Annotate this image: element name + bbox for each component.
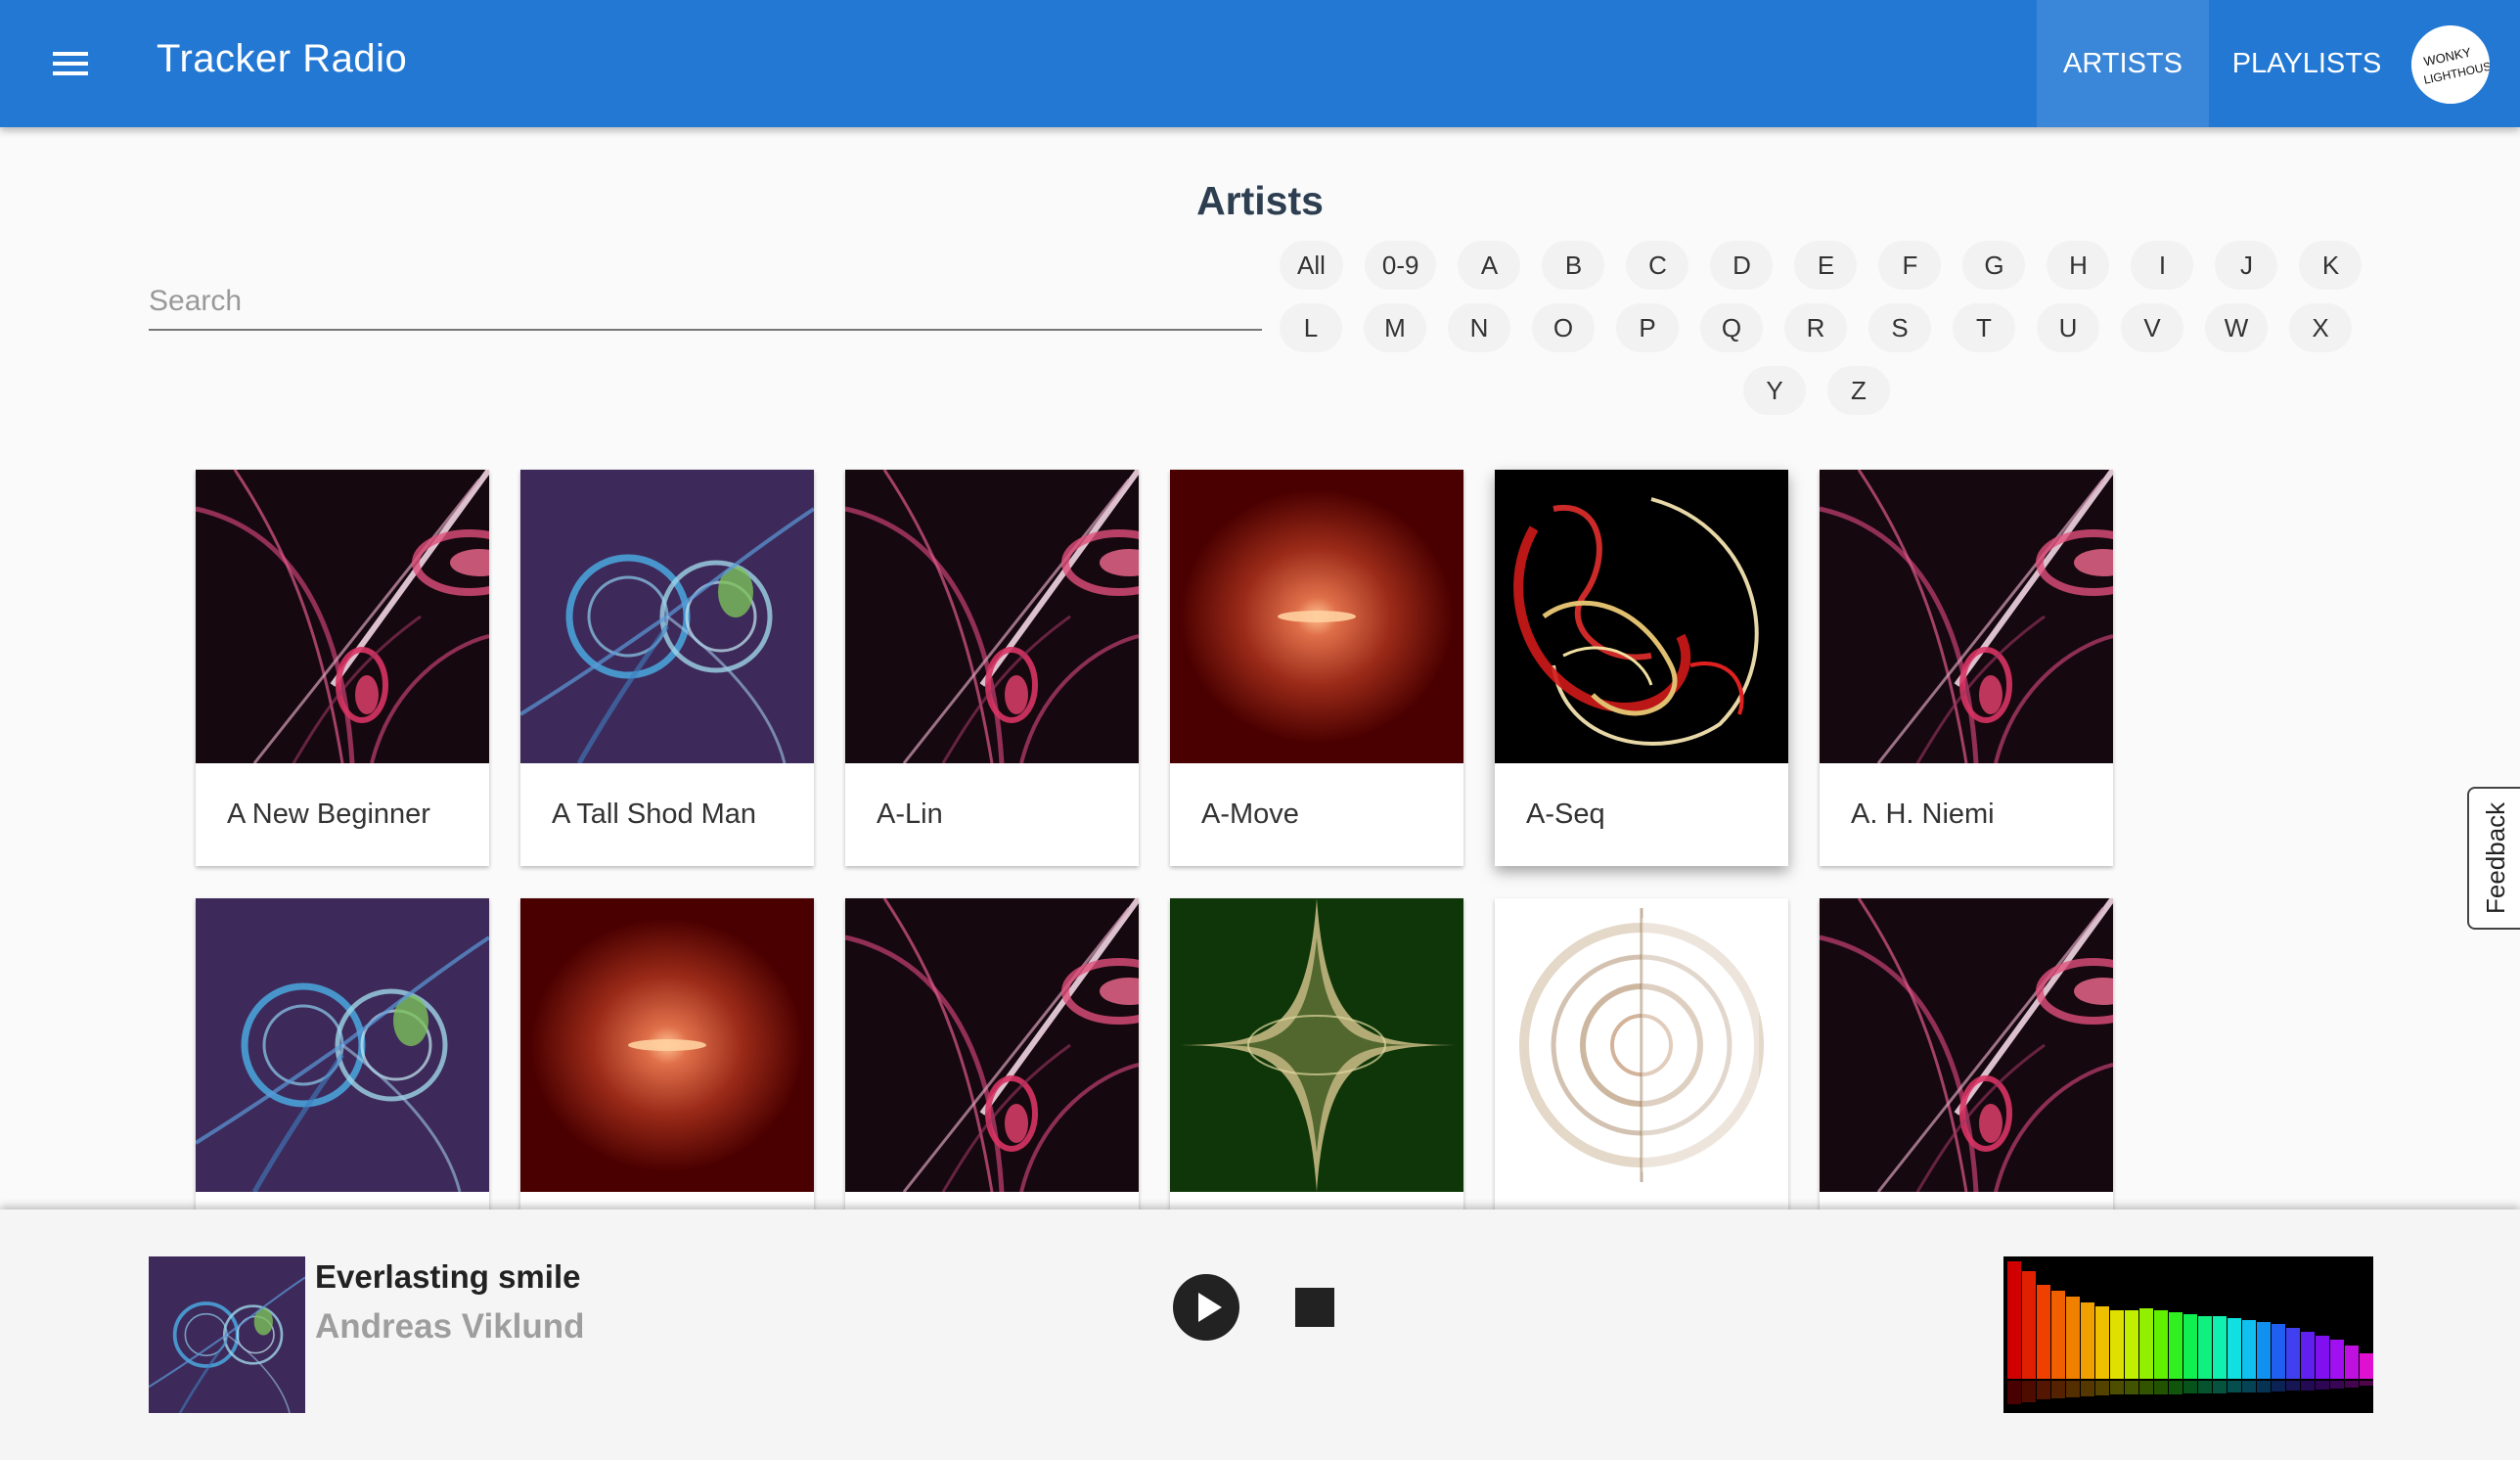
letter-filter-row: L M N O P Q R S T U V W X (1280, 303, 2373, 352)
artist-artwork (845, 898, 1139, 1192)
letter-filter-row: All 0-9 A B C D E F G H I J K (1280, 241, 2383, 290)
letter-filter-s[interactable]: S (1868, 303, 1931, 352)
artist-artwork (845, 470, 1139, 763)
letter-filter-p[interactable]: P (1616, 303, 1679, 352)
letter-filter-n[interactable]: N (1448, 303, 1510, 352)
search-field (149, 276, 1262, 331)
letter-filter-m[interactable]: M (1364, 303, 1426, 352)
artist-artwork (1495, 898, 1788, 1192)
artist-card[interactable]: A Tall Shod Man (520, 470, 814, 866)
letter-filter-0-9[interactable]: 0-9 (1364, 241, 1437, 290)
page-title: Artists (1196, 178, 1324, 223)
letter-filter-row: Y Z (1743, 366, 1912, 415)
nav-tab-artists[interactable]: ARTISTS (2037, 0, 2209, 127)
now-playing-artwork (149, 1256, 305, 1413)
track-title: Everlasting smile (315, 1258, 581, 1295)
letter-filter-t[interactable]: T (1953, 303, 2015, 352)
letter-filter-j[interactable]: J (2215, 241, 2278, 290)
artist-name: A-Move (1201, 798, 1299, 830)
play-button[interactable] (1173, 1274, 1239, 1341)
audio-visualizer (2003, 1256, 2373, 1413)
player-bar: Everlasting smile Andreas Viklund (0, 1209, 2520, 1460)
letter-filter-z[interactable]: Z (1827, 366, 1890, 415)
letter-filter-c[interactable]: C (1626, 241, 1689, 290)
artist-card[interactable]: A. H. Niemi (1820, 470, 2113, 866)
letter-filter-h[interactable]: H (2047, 241, 2110, 290)
artist-artwork (1820, 898, 2113, 1192)
letter-filter-a[interactable]: A (1458, 241, 1521, 290)
play-icon (1198, 1293, 1222, 1322)
app-title[interactable]: Tracker Radio (157, 37, 407, 81)
artist-artwork (1170, 470, 1463, 763)
user-avatar[interactable]: WONKY LIGHTHOUSE (2411, 25, 2490, 104)
track-artist[interactable]: Andreas Viklund (315, 1307, 585, 1346)
artist-name: A-Seq (1526, 798, 1605, 830)
letter-filter-g[interactable]: G (1962, 241, 2026, 290)
letter-filter-e[interactable]: E (1794, 241, 1858, 290)
artist-name: A-Lin (877, 798, 943, 830)
artist-card[interactable]: A-Seq (1495, 470, 1788, 866)
letter-filter-w[interactable]: W (2205, 303, 2268, 352)
artist-name: A. H. Niemi (1851, 798, 1995, 830)
stop-button[interactable] (1295, 1288, 1334, 1327)
artist-artwork (1495, 470, 1788, 763)
letter-filter-o[interactable]: O (1532, 303, 1595, 352)
artist-artwork (196, 470, 489, 763)
artist-name: A Tall Shod Man (552, 798, 757, 830)
letter-filter-l[interactable]: L (1280, 303, 1342, 352)
letter-filter-v[interactable]: V (2121, 303, 2183, 352)
search-input[interactable] (149, 276, 1262, 327)
letter-filter-k[interactable]: K (2299, 241, 2362, 290)
feedback-label: Feedback (2481, 801, 2510, 914)
letter-filter-r[interactable]: R (1784, 303, 1847, 352)
artist-artwork (1170, 898, 1463, 1192)
artist-artwork (1820, 470, 2113, 763)
app-bar: Tracker Radio ARTISTS PLAYLISTS WONKY LI… (0, 0, 2520, 127)
letter-filter-u[interactable]: U (2037, 303, 2099, 352)
letter-filter-y[interactable]: Y (1743, 366, 1806, 415)
artist-card[interactable]: A New Beginner (196, 470, 489, 866)
feedback-tab[interactable]: Feedback (2467, 787, 2520, 930)
artist-artwork (520, 898, 814, 1192)
hamburger-menu-icon[interactable] (49, 44, 92, 83)
artist-artwork (520, 470, 814, 763)
letter-filter-x[interactable]: X (2289, 303, 2352, 352)
artist-card[interactable]: A-Move (1170, 470, 1463, 866)
artist-name: A New Beginner (227, 798, 430, 830)
letter-filter-i[interactable]: I (2131, 241, 2194, 290)
artist-card[interactable]: A-Lin (845, 470, 1139, 866)
letter-filter-d[interactable]: D (1710, 241, 1774, 290)
artist-artwork (196, 898, 489, 1192)
nav-tab-playlists[interactable]: PLAYLISTS (2221, 0, 2393, 127)
letter-filter-f[interactable]: F (1878, 241, 1942, 290)
letter-filter-q[interactable]: Q (1700, 303, 1763, 352)
letter-filter-all[interactable]: All (1280, 241, 1343, 290)
letter-filter-b[interactable]: B (1542, 241, 1605, 290)
